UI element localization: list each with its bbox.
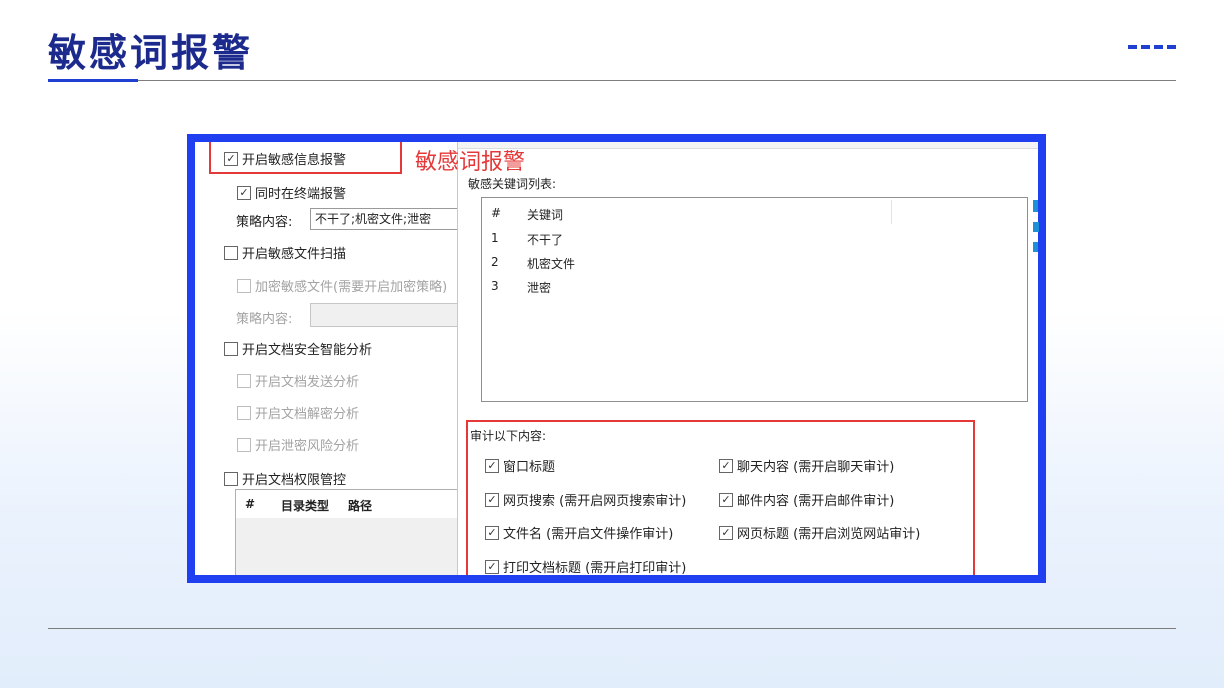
doc-permission-checkbox[interactable] xyxy=(224,471,238,486)
policy-label: 策略内容: xyxy=(236,215,293,230)
file-scan-label: 开启敏感文件扫描 xyxy=(242,247,347,262)
sync-terminal-checkbox[interactable]: ✓ xyxy=(237,185,251,200)
keyword-row-3-text[interactable]: 泄密 xyxy=(527,279,551,296)
doc-permission-checkbox-row[interactable]: 开启文档权限管控 xyxy=(224,469,346,488)
file-scan-checkbox-row[interactable]: 开启敏感文件扫描 xyxy=(224,243,346,262)
leak-risk-checkbox[interactable] xyxy=(237,437,251,452)
title-divider xyxy=(48,80,1176,81)
policy-content-input-disabled[interactable] xyxy=(310,303,466,327)
sync-terminal-checkbox-row[interactable]: ✓ 同时在终端报警 xyxy=(237,183,346,202)
keyword-row-3-num: 3 xyxy=(491,279,499,293)
column-divider xyxy=(891,200,892,224)
doc-decrypt-label: 开启文档解密分析 xyxy=(255,407,360,422)
left-panel: ✓ 开启敏感信息报警 ✓ 同时在终端报警 策略内容: 不干了;机密文件;泄密 开… xyxy=(195,142,466,575)
doc-decrypt-checkbox[interactable] xyxy=(237,405,251,420)
keyword-row-2-text[interactable]: 机密文件 xyxy=(527,255,575,272)
doc-analysis-checkbox[interactable] xyxy=(224,341,238,356)
highlight-box-audit xyxy=(466,420,975,575)
encrypt-files-checkbox[interactable] xyxy=(237,278,251,293)
keyword-list[interactable]: # 关键词 1 不干了 2 机密文件 3 泄密 xyxy=(481,197,1028,402)
right-panel: 敏感关键词列表: # 关键词 1 不干了 2 机密文件 3 泄密 审计以下内容:… xyxy=(458,142,1038,575)
file-scan-checkbox[interactable] xyxy=(224,245,238,260)
encrypt-files-label: 加密敏感文件(需要开启加密策略) xyxy=(255,280,448,295)
encrypt-files-checkbox-row[interactable]: 加密敏感文件(需要开启加密策略) xyxy=(237,276,447,295)
keyword-col-num[interactable]: # xyxy=(491,206,501,220)
leak-risk-checkbox-row[interactable]: 开启泄密风险分析 xyxy=(237,435,359,454)
cropped-glyph-icon xyxy=(1033,200,1039,252)
keyword-row-1-num: 1 xyxy=(491,231,499,245)
doc-decrypt-checkbox-row[interactable]: 开启文档解密分析 xyxy=(237,403,359,422)
doc-send-label: 开启文档发送分析 xyxy=(255,375,360,390)
directory-table[interactable]: # 目录类型 路径 xyxy=(235,489,459,575)
doc-send-checkbox[interactable] xyxy=(237,373,251,388)
keyword-row-2-num: 2 xyxy=(491,255,499,269)
highlight-box-alert xyxy=(209,142,402,174)
keyword-row-1-text[interactable]: 不干了 xyxy=(527,231,563,248)
sync-terminal-label: 同时在终端报警 xyxy=(255,187,347,202)
policy-label-2: 策略内容: xyxy=(236,312,293,327)
screenshot-frame: ✓ 开启敏感信息报警 ✓ 同时在终端报警 策略内容: 不干了;机密文件;泄密 开… xyxy=(187,134,1046,583)
right-panel-top-strip xyxy=(458,142,1038,149)
keyword-col-keyword[interactable]: 关键词 xyxy=(527,206,563,223)
bottom-divider xyxy=(48,628,1176,629)
policy-content-input[interactable]: 不干了;机密文件;泄密 xyxy=(310,208,466,230)
doc-analysis-label: 开启文档安全智能分析 xyxy=(242,343,373,358)
page-title: 敏感词报警 xyxy=(48,31,254,75)
annotation-label: 敏感词报警 xyxy=(415,150,526,175)
doc-send-checkbox-row[interactable]: 开启文档发送分析 xyxy=(237,371,359,390)
settings-window: ✓ 开启敏感信息报警 ✓ 同时在终端报警 策略内容: 不干了;机密文件;泄密 开… xyxy=(195,142,1038,575)
decorative-dashes xyxy=(1128,45,1176,49)
title-accent-bar xyxy=(48,79,138,82)
leak-risk-label: 开启泄密风险分析 xyxy=(255,439,360,454)
keyword-list-label: 敏感关键词列表: xyxy=(468,177,557,191)
doc-analysis-checkbox-row[interactable]: 开启文档安全智能分析 xyxy=(224,339,372,358)
dir-col-type[interactable]: 目录类型 xyxy=(281,497,329,514)
dir-col-num[interactable]: # xyxy=(245,497,255,511)
dir-col-path[interactable]: 路径 xyxy=(348,497,372,514)
doc-permission-label: 开启文档权限管控 xyxy=(242,473,347,488)
directory-table-header: # 目录类型 路径 xyxy=(236,490,458,518)
